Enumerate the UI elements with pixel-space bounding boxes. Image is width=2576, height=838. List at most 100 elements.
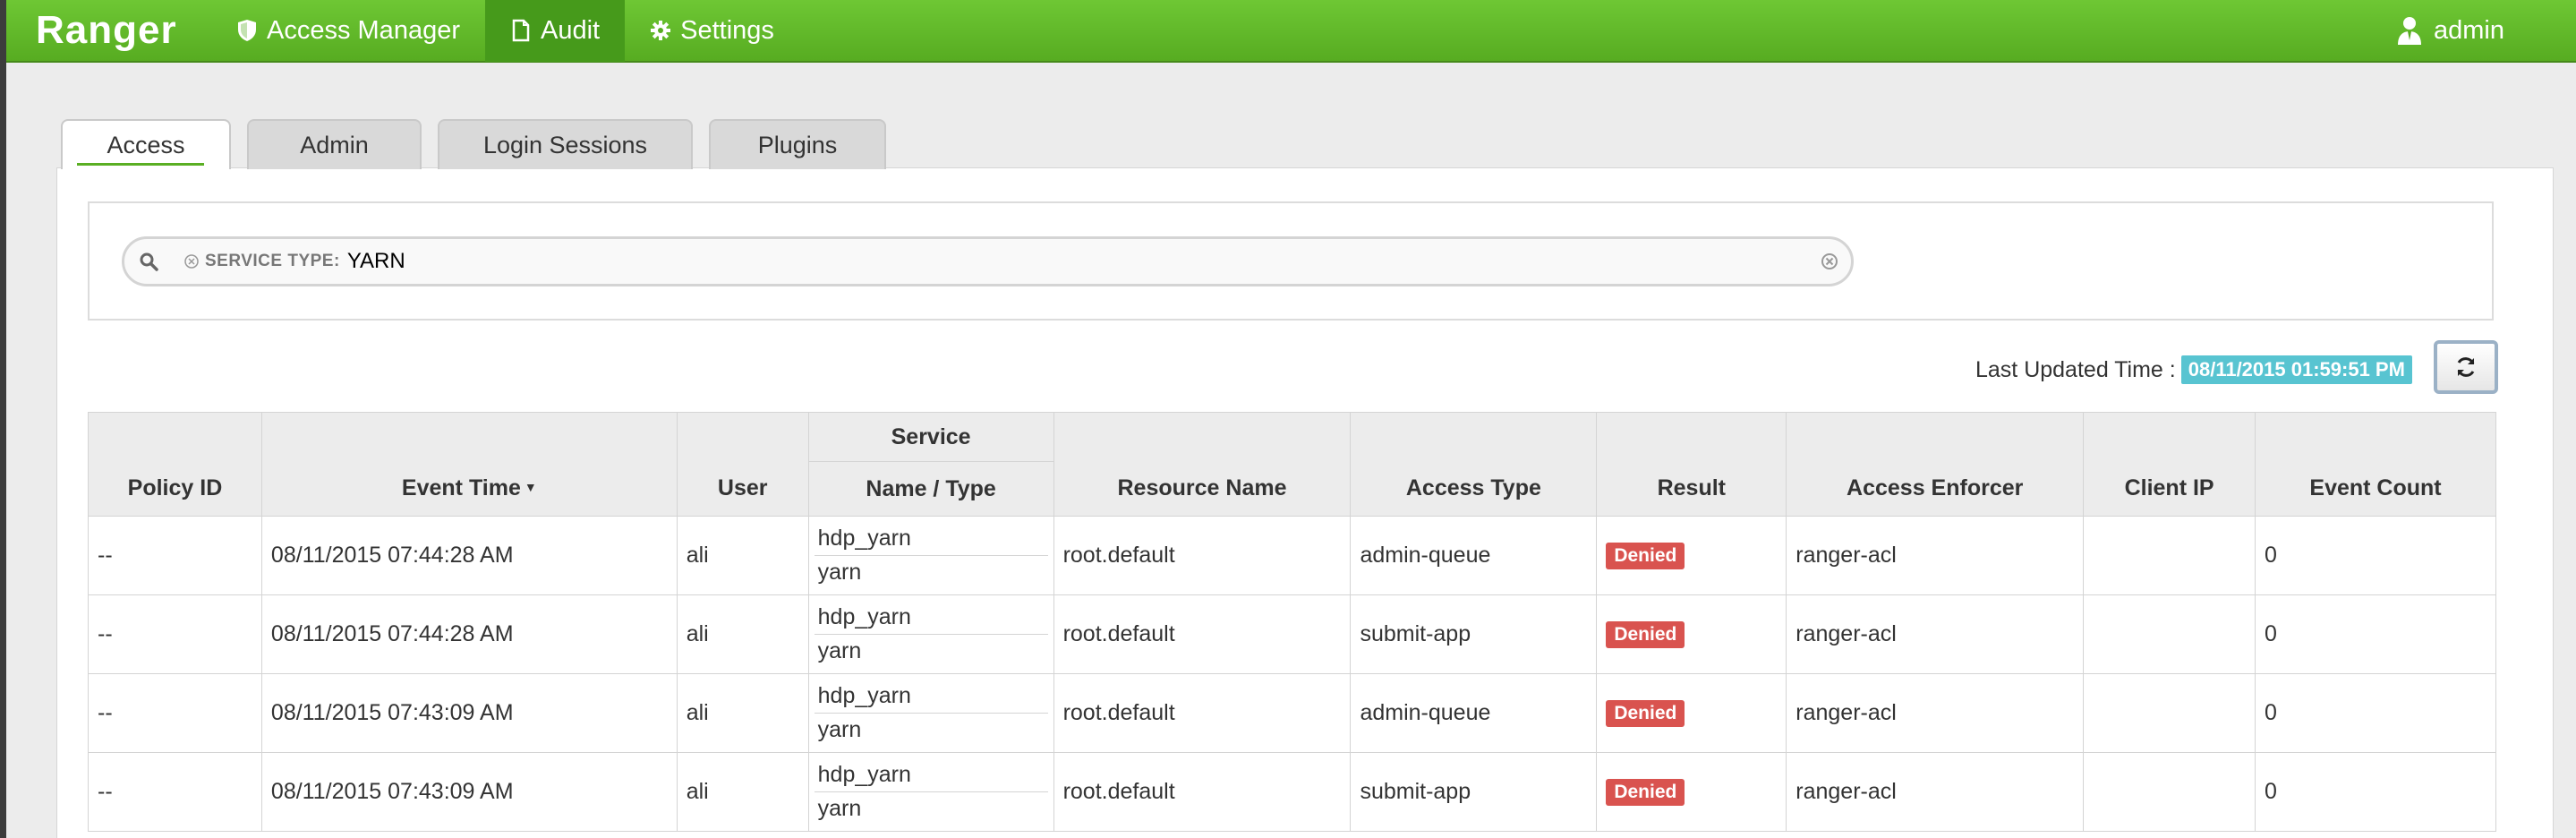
cell-access-type: admin-queue bbox=[1350, 673, 1598, 753]
result-badge: Denied bbox=[1606, 779, 1685, 806]
header-event-count[interactable]: Event Count bbox=[2255, 412, 2496, 517]
result-badge: Denied bbox=[1606, 621, 1685, 648]
audit-tabs: Access Admin Login Sessions Plugins bbox=[61, 119, 886, 169]
user-menu[interactable]: admin bbox=[2396, 15, 2504, 46]
last-updated-time-badge: 08/11/2015 01:59:51 PM bbox=[2180, 355, 2412, 384]
facet-tag-icon[interactable] bbox=[183, 253, 200, 269]
cell-policy-id: -- bbox=[88, 594, 262, 674]
result-badge: Denied bbox=[1606, 700, 1685, 727]
header-client-ip[interactable]: Client IP bbox=[2083, 412, 2256, 517]
header-event-time[interactable]: Event Time ▼ bbox=[260, 412, 678, 517]
tab-admin-label: Admin bbox=[300, 131, 369, 158]
cell-event-count: 0 bbox=[2255, 673, 2496, 753]
cell-user: ali bbox=[676, 673, 809, 753]
cell-service: hdp_yarn yarn bbox=[807, 752, 1054, 832]
cell-service: hdp_yarn yarn bbox=[807, 673, 1054, 753]
active-tab-indicator bbox=[77, 163, 204, 166]
search-icon bbox=[140, 252, 158, 271]
refresh-button[interactable] bbox=[2434, 340, 2498, 394]
cell-resource-name: root.default bbox=[1053, 516, 1352, 595]
service-name: hdp_yarn bbox=[814, 526, 1048, 556]
clear-search-icon[interactable] bbox=[1821, 252, 1838, 270]
header-policy-id[interactable]: Policy ID bbox=[88, 412, 262, 517]
cell-event-time: 08/11/2015 07:44:28 AM bbox=[260, 594, 678, 674]
table-row[interactable]: -- 08/11/2015 07:44:28 AM ali hdp_yarn y… bbox=[88, 594, 2496, 674]
cell-access-type: submit-app bbox=[1350, 752, 1598, 832]
access-audit-table: Policy ID Event Time ▼ User Service Resou… bbox=[88, 412, 2496, 832]
nav-audit-label: Audit bbox=[541, 15, 601, 45]
cell-access-enforcer: ranger-acl bbox=[1786, 594, 2085, 674]
header-access-type[interactable]: Access Type bbox=[1350, 412, 1598, 517]
tab-plugins-label: Plugins bbox=[757, 131, 838, 158]
tab-admin[interactable]: Admin bbox=[247, 119, 422, 169]
cell-event-count: 0 bbox=[2255, 594, 2496, 674]
cell-user: ali bbox=[676, 594, 809, 674]
cell-resource-name: root.default bbox=[1053, 673, 1352, 753]
facet-label: SERVICE TYPE: bbox=[205, 252, 340, 270]
header-access-enforcer[interactable]: Access Enforcer bbox=[1786, 412, 2085, 517]
cell-event-time: 08/11/2015 07:43:09 AM bbox=[260, 673, 678, 753]
top-navbar: Ranger Access Manager Audit Settings adm… bbox=[0, 0, 2576, 63]
cell-access-enforcer: ranger-acl bbox=[1786, 752, 2085, 832]
nav-access-manager[interactable]: Access Manager bbox=[211, 0, 485, 62]
shield-icon bbox=[238, 20, 256, 41]
cell-access-type: submit-app bbox=[1350, 594, 1598, 674]
cell-result: Denied bbox=[1596, 594, 1787, 674]
cell-resource-name: root.default bbox=[1053, 594, 1352, 674]
refresh-icon bbox=[2457, 357, 2475, 377]
cell-client-ip bbox=[2083, 673, 2256, 753]
service-type: yarn bbox=[817, 796, 862, 821]
cell-access-enforcer: ranger-acl bbox=[1786, 673, 2085, 753]
header-result[interactable]: Result bbox=[1596, 412, 1787, 517]
tab-login-sessions-label: Login Sessions bbox=[482, 131, 648, 158]
table-row[interactable]: -- 08/11/2015 07:44:28 AM ali hdp_yarn y… bbox=[88, 516, 2496, 595]
cell-client-ip bbox=[2083, 752, 2256, 832]
cell-result: Denied bbox=[1596, 752, 1787, 832]
user-icon bbox=[2398, 17, 2421, 45]
service-type: yarn bbox=[817, 717, 862, 742]
document-icon bbox=[512, 19, 530, 42]
header-service-group: Service bbox=[807, 412, 1054, 462]
cell-access-enforcer: ranger-acl bbox=[1786, 516, 2085, 595]
nav-audit[interactable]: Audit bbox=[485, 0, 626, 62]
cell-event-time: 08/11/2015 07:43:09 AM bbox=[260, 752, 678, 832]
header-event-time-label: Event Time bbox=[401, 475, 521, 500]
cell-result: Denied bbox=[1596, 516, 1787, 595]
result-badge: Denied bbox=[1606, 543, 1685, 569]
sort-desc-icon: ▼ bbox=[524, 480, 537, 494]
cell-client-ip bbox=[2083, 516, 2256, 595]
cell-event-count: 0 bbox=[2255, 752, 2496, 832]
nav-settings[interactable]: Settings bbox=[625, 0, 799, 62]
service-name: hdp_yarn bbox=[814, 683, 1048, 714]
tab-login-sessions[interactable]: Login Sessions bbox=[438, 119, 693, 169]
cell-policy-id: -- bbox=[88, 673, 262, 753]
table-row[interactable]: -- 08/11/2015 07:43:09 AM ali hdp_yarn y… bbox=[88, 673, 2496, 753]
tab-plugins[interactable]: Plugins bbox=[709, 119, 886, 169]
table-row[interactable]: -- 08/11/2015 07:43:09 AM ali hdp_yarn y… bbox=[88, 752, 2496, 832]
header-user[interactable]: User bbox=[676, 412, 809, 517]
service-type: yarn bbox=[817, 638, 862, 663]
tab-access-label: Access bbox=[107, 131, 185, 158]
cell-policy-id: -- bbox=[88, 752, 262, 832]
service-name: hdp_yarn bbox=[814, 762, 1048, 792]
cell-event-time: 08/11/2015 07:44:28 AM bbox=[260, 516, 678, 595]
cell-policy-id: -- bbox=[88, 516, 262, 595]
user-name: admin bbox=[2434, 15, 2504, 45]
last-updated: Last Updated Time : 08/11/2015 01:59:51 … bbox=[1975, 355, 2412, 384]
search-input[interactable]: SERVICE TYPE: YARN bbox=[122, 236, 1854, 286]
brand-logo[interactable]: Ranger bbox=[36, 8, 211, 53]
cell-access-type: admin-queue bbox=[1350, 516, 1598, 595]
facet-value[interactable]: YARN bbox=[347, 249, 405, 274]
tab-access[interactable]: Access bbox=[61, 119, 231, 169]
last-updated-label: Last Updated Time : bbox=[1975, 356, 2176, 382]
cell-service: hdp_yarn yarn bbox=[807, 516, 1054, 595]
cell-event-count: 0 bbox=[2255, 516, 2496, 595]
header-resource-name[interactable]: Resource Name bbox=[1053, 412, 1352, 517]
header-service-name-type[interactable]: Name / Type bbox=[807, 461, 1054, 517]
gear-icon bbox=[651, 21, 671, 40]
cell-client-ip bbox=[2083, 594, 2256, 674]
service-name: hdp_yarn bbox=[814, 604, 1048, 635]
cell-result: Denied bbox=[1596, 673, 1787, 753]
window-edge bbox=[0, 0, 6, 838]
cell-user: ali bbox=[676, 752, 809, 832]
